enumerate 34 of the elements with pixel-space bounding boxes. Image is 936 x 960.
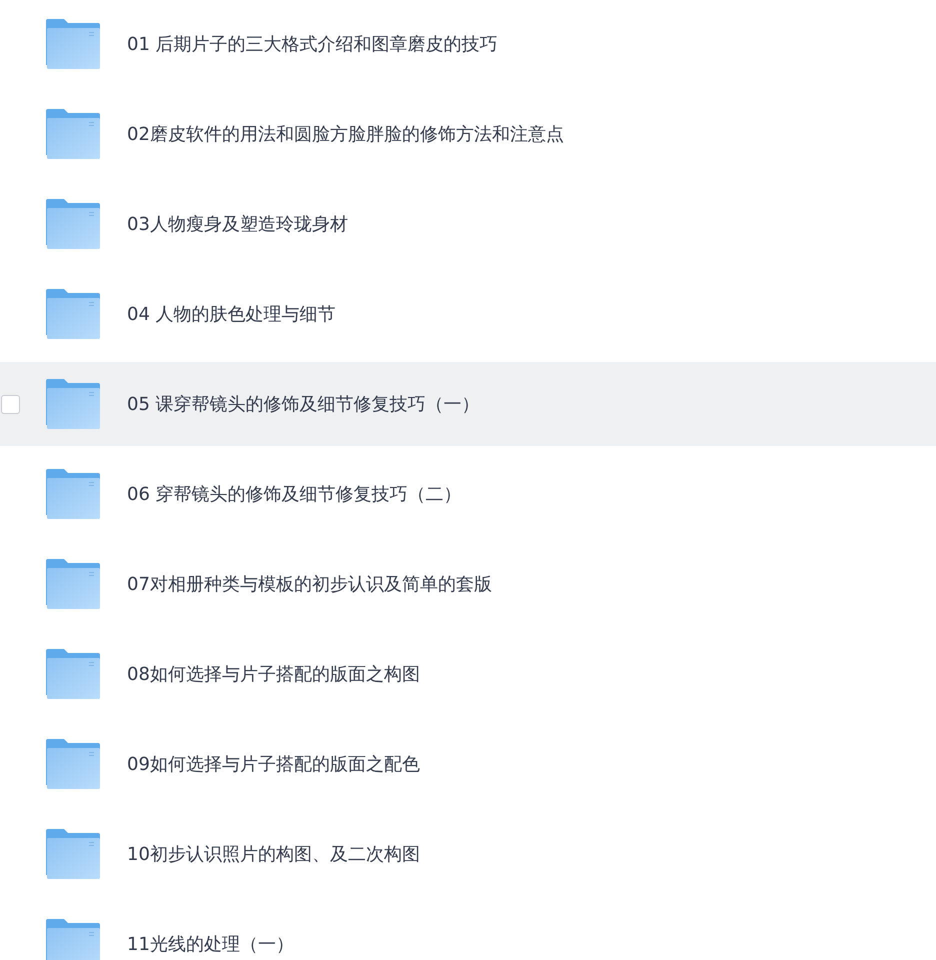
folder-icon (46, 649, 100, 699)
folder-icon (46, 199, 100, 249)
folder-icon (46, 469, 100, 519)
folder-icon (46, 19, 100, 69)
folder-row[interactable]: 08如何选择与片子搭配的版面之构图 (0, 632, 936, 716)
folder-row[interactable]: 11光线的处理（一） (0, 902, 936, 960)
folder-icon (46, 739, 100, 789)
checkbox[interactable] (1, 394, 20, 414)
folder-icon (46, 829, 100, 879)
folder-row[interactable]: 06 穿帮镜头的修饰及细节修复技巧（二） (0, 452, 936, 536)
folder-row[interactable]: 07对相册种类与模板的初步认识及简单的套版 (0, 542, 936, 626)
folder-icon (46, 379, 100, 429)
folder-icon (46, 109, 100, 159)
folder-row[interactable]: 01 后期片子的三大格式介绍和图章磨皮的技巧 (0, 2, 936, 86)
folder-name: 10初步认识照片的构图、及二次构图 (127, 843, 420, 866)
folder-name: 07对相册种类与模板的初步认识及简单的套版 (127, 573, 492, 596)
folder-icon (46, 559, 100, 609)
folder-name: 02磨皮软件的用法和圆脸方脸胖脸的修饰方法和注意点 (127, 123, 564, 146)
folder-row[interactable]: 03人物瘦身及塑造玲珑身材 (0, 182, 936, 266)
folder-name: 08如何选择与片子搭配的版面之构图 (127, 663, 420, 686)
folder-name: 04 人物的肤色处理与细节 (127, 303, 336, 326)
folder-name: 05 课穿帮镜头的修饰及细节修复技巧（一） (127, 393, 480, 416)
folder-name: 09如何选择与片子搭配的版面之配色 (127, 753, 420, 776)
folder-name: 01 后期片子的三大格式介绍和图章磨皮的技巧 (127, 33, 498, 56)
folder-row[interactable]: 05 课穿帮镜头的修饰及细节修复技巧（一） (0, 362, 936, 446)
folder-icon (46, 289, 100, 339)
folder-row[interactable]: 04 人物的肤色处理与细节 (0, 272, 936, 356)
folder-name: 06 穿帮镜头的修饰及细节修复技巧（二） (127, 483, 462, 506)
folder-name: 03人物瘦身及塑造玲珑身材 (127, 213, 348, 236)
folder-name: 11光线的处理（一） (127, 933, 294, 956)
folder-row[interactable]: 10初步认识照片的构图、及二次构图 (0, 812, 936, 896)
folder-row[interactable]: 09如何选择与片子搭配的版面之配色 (0, 722, 936, 806)
folder-row[interactable]: 02磨皮软件的用法和圆脸方脸胖脸的修饰方法和注意点 (0, 92, 936, 176)
folder-icon (46, 919, 100, 960)
